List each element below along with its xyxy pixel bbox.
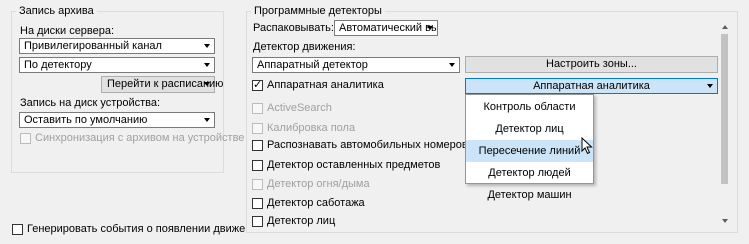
detector-mode-select[interactable]: По детектору xyxy=(19,57,215,73)
hw-analytics-checkbox[interactable]: ✓ xyxy=(252,79,263,91)
plate-recognition-label: Распознавать автомобильных номеров xyxy=(267,139,468,151)
left-objects-label: Детектор оставленных предметов xyxy=(267,159,441,171)
goto-schedule-button[interactable]: Перейти к расписанию xyxy=(101,76,223,93)
motion-detector-value: Аппаратный детектор xyxy=(257,59,368,71)
chevron-down-icon xyxy=(707,84,713,88)
left-objects-checkbox[interactable] xyxy=(252,160,263,171)
device-disk-label: Запись на диск устройства: xyxy=(20,97,161,109)
face-detector-checkbox[interactable] xyxy=(252,216,263,227)
scroll-up-icon[interactable] xyxy=(722,25,728,29)
mouse-cursor-icon xyxy=(581,137,593,155)
dropdown-option-selected[interactable]: Пересечение линий xyxy=(466,140,593,162)
unpack-label: Распаковывать: xyxy=(253,22,334,34)
server-disks-label: На диски сервера: xyxy=(20,25,115,37)
detectors-scrollbar[interactable] xyxy=(719,20,730,228)
sabotage-label: Детектор саботажа xyxy=(267,197,365,209)
detectors-group-title: Программные детекторы xyxy=(251,4,385,18)
motion-detector-label: Детектор движения: xyxy=(253,41,356,53)
channel-select[interactable]: Привилегированный канал xyxy=(19,38,215,54)
floor-calibration-label: Калибровка пола xyxy=(267,122,356,134)
hw-analytics-dropdown-list: Контроль области Детектор лиц Пересечени… xyxy=(465,94,594,201)
dropdown-option[interactable]: Детектор людей xyxy=(466,162,593,184)
hw-analytics-value: Аппаратная аналитика xyxy=(533,80,650,92)
chevron-down-icon xyxy=(204,63,210,67)
chevron-down-icon xyxy=(427,26,433,30)
plate-recognition-checkbox[interactable] xyxy=(252,140,263,151)
scrollbar-thumb[interactable] xyxy=(721,34,728,184)
chevron-down-icon xyxy=(204,44,210,48)
scroll-down-icon[interactable] xyxy=(722,219,728,223)
check-icon: ✓ xyxy=(253,79,263,91)
dropdown-option[interactable]: Контроль области xyxy=(466,96,593,118)
sabotage-checkbox[interactable] xyxy=(252,198,263,209)
configure-zones-button[interactable]: Настроить зоны... xyxy=(465,56,718,73)
device-record-select[interactable]: Оставить по умолчанию xyxy=(19,112,215,128)
channel-select-value: Привилегированный канал xyxy=(24,40,162,52)
archive-group-title: Запись архива xyxy=(16,4,97,18)
dropdown-option[interactable]: Детектор машин xyxy=(466,184,593,206)
hw-analytics-select[interactable]: Аппаратная аналитика xyxy=(465,78,718,94)
unpack-select[interactable]: Автоматический выбор xyxy=(334,20,438,36)
detector-mode-value: По детектору xyxy=(24,59,92,71)
device-record-value: Оставить по умолчанию xyxy=(24,114,148,126)
motion-detector-select[interactable]: Аппаратный детектор xyxy=(252,57,460,73)
generate-events-label: Генерировать события о появлении движени… xyxy=(27,223,264,235)
activesearch-label: ActiveSearch xyxy=(267,102,332,114)
unpack-value: Автоматический выбор xyxy=(339,22,438,34)
chevron-down-icon xyxy=(204,82,210,86)
sync-archive-checkbox[interactable] xyxy=(20,133,31,144)
fire-smoke-label: Детектор огня/дыма xyxy=(267,178,370,190)
fire-smoke-checkbox[interactable] xyxy=(252,179,263,190)
dropdown-option[interactable]: Детектор лиц xyxy=(466,118,593,140)
chevron-down-icon xyxy=(449,63,455,67)
hw-analytics-label: Аппаратная аналитика xyxy=(267,79,384,91)
floor-calibration-checkbox[interactable] xyxy=(252,123,263,134)
chevron-down-icon xyxy=(204,118,210,122)
generate-events-checkbox[interactable] xyxy=(12,224,23,235)
face-detector-label: Детектор лиц xyxy=(267,215,336,227)
activesearch-checkbox[interactable] xyxy=(252,103,263,114)
sync-archive-label: Синхронизация с архивом на устройстве xyxy=(35,132,245,144)
